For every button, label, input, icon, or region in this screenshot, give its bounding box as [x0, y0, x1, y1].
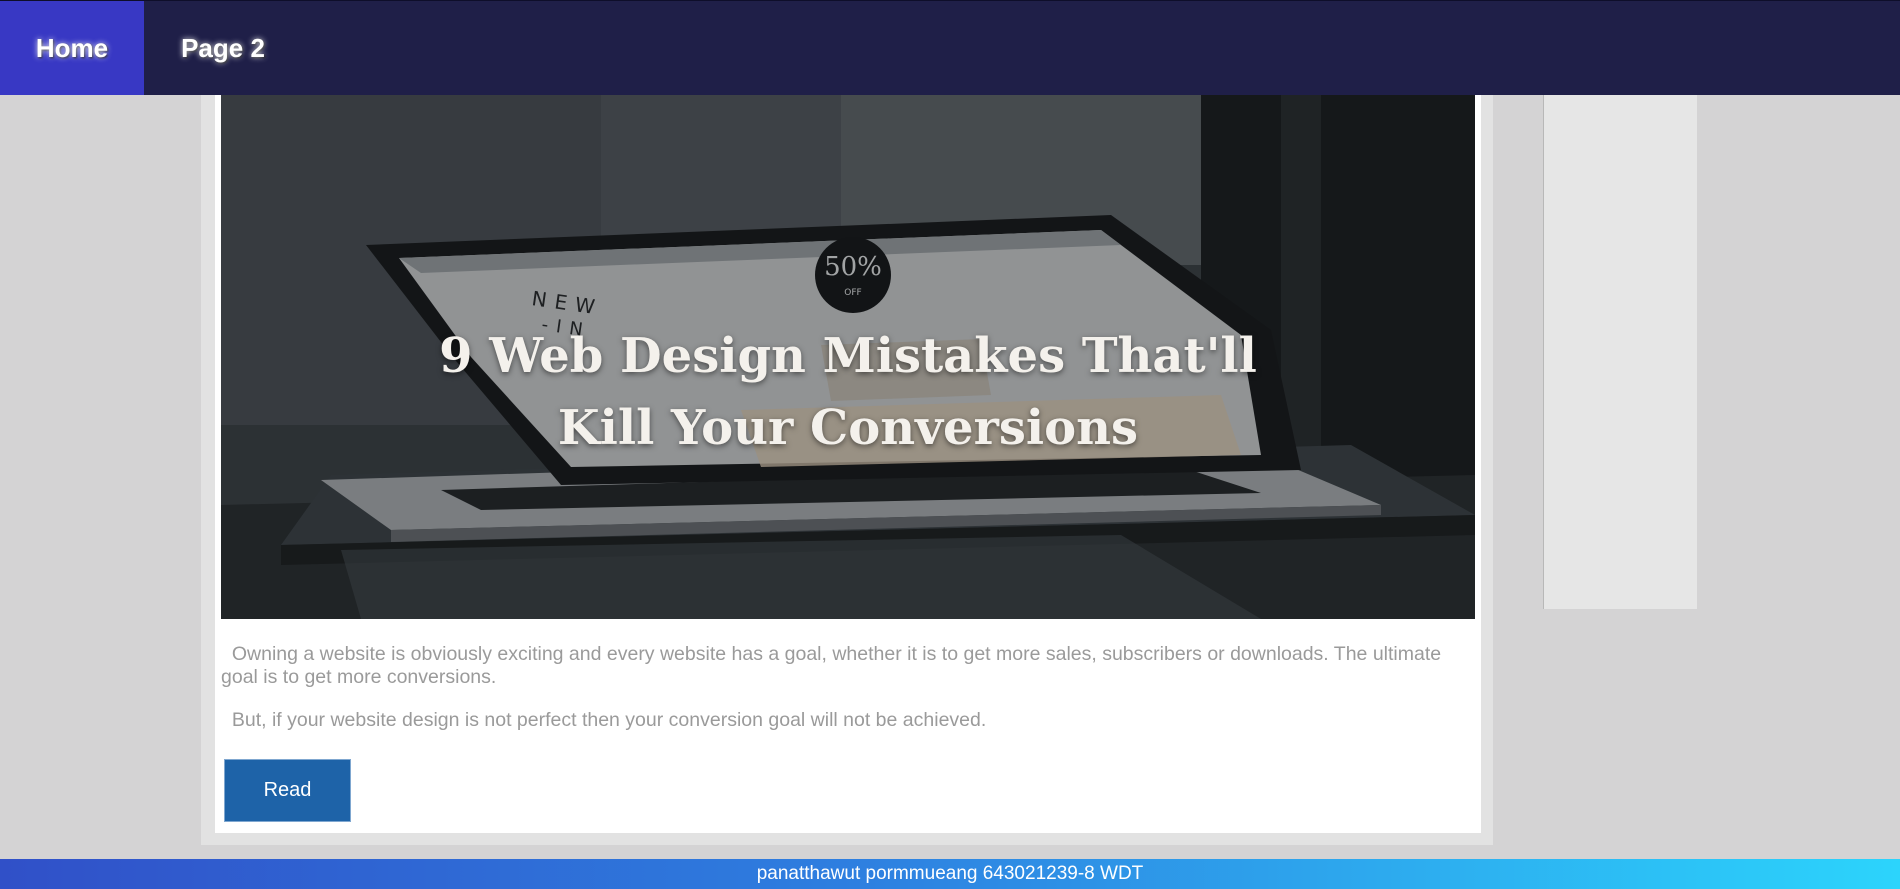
nav-home-link[interactable]: Home	[0, 1, 144, 95]
hero-image: 50% OFF NEW -IN 9 Web Design Mistakes Th…	[221, 95, 1475, 619]
hero-title: 9 Web Design Mistakes That'll Kill Your …	[439, 328, 1257, 456]
article-paragraph-2: But, if your website design is not perfe…	[231, 709, 987, 731]
read-button[interactable]: Read	[224, 759, 351, 822]
top-navbar: Home Page 2	[0, 0, 1900, 95]
footer: panatthawut pormmueang 643021239-8 WDT	[0, 859, 1900, 889]
sidebar-panel	[1543, 95, 1697, 609]
nav-page2-link[interactable]: Page 2	[144, 1, 302, 95]
footer-text: panatthawut pormmueang 643021239-8 WDT	[756, 863, 1144, 884]
article-paragraph-1: Owning a website is obviously exciting a…	[221, 643, 1442, 688]
